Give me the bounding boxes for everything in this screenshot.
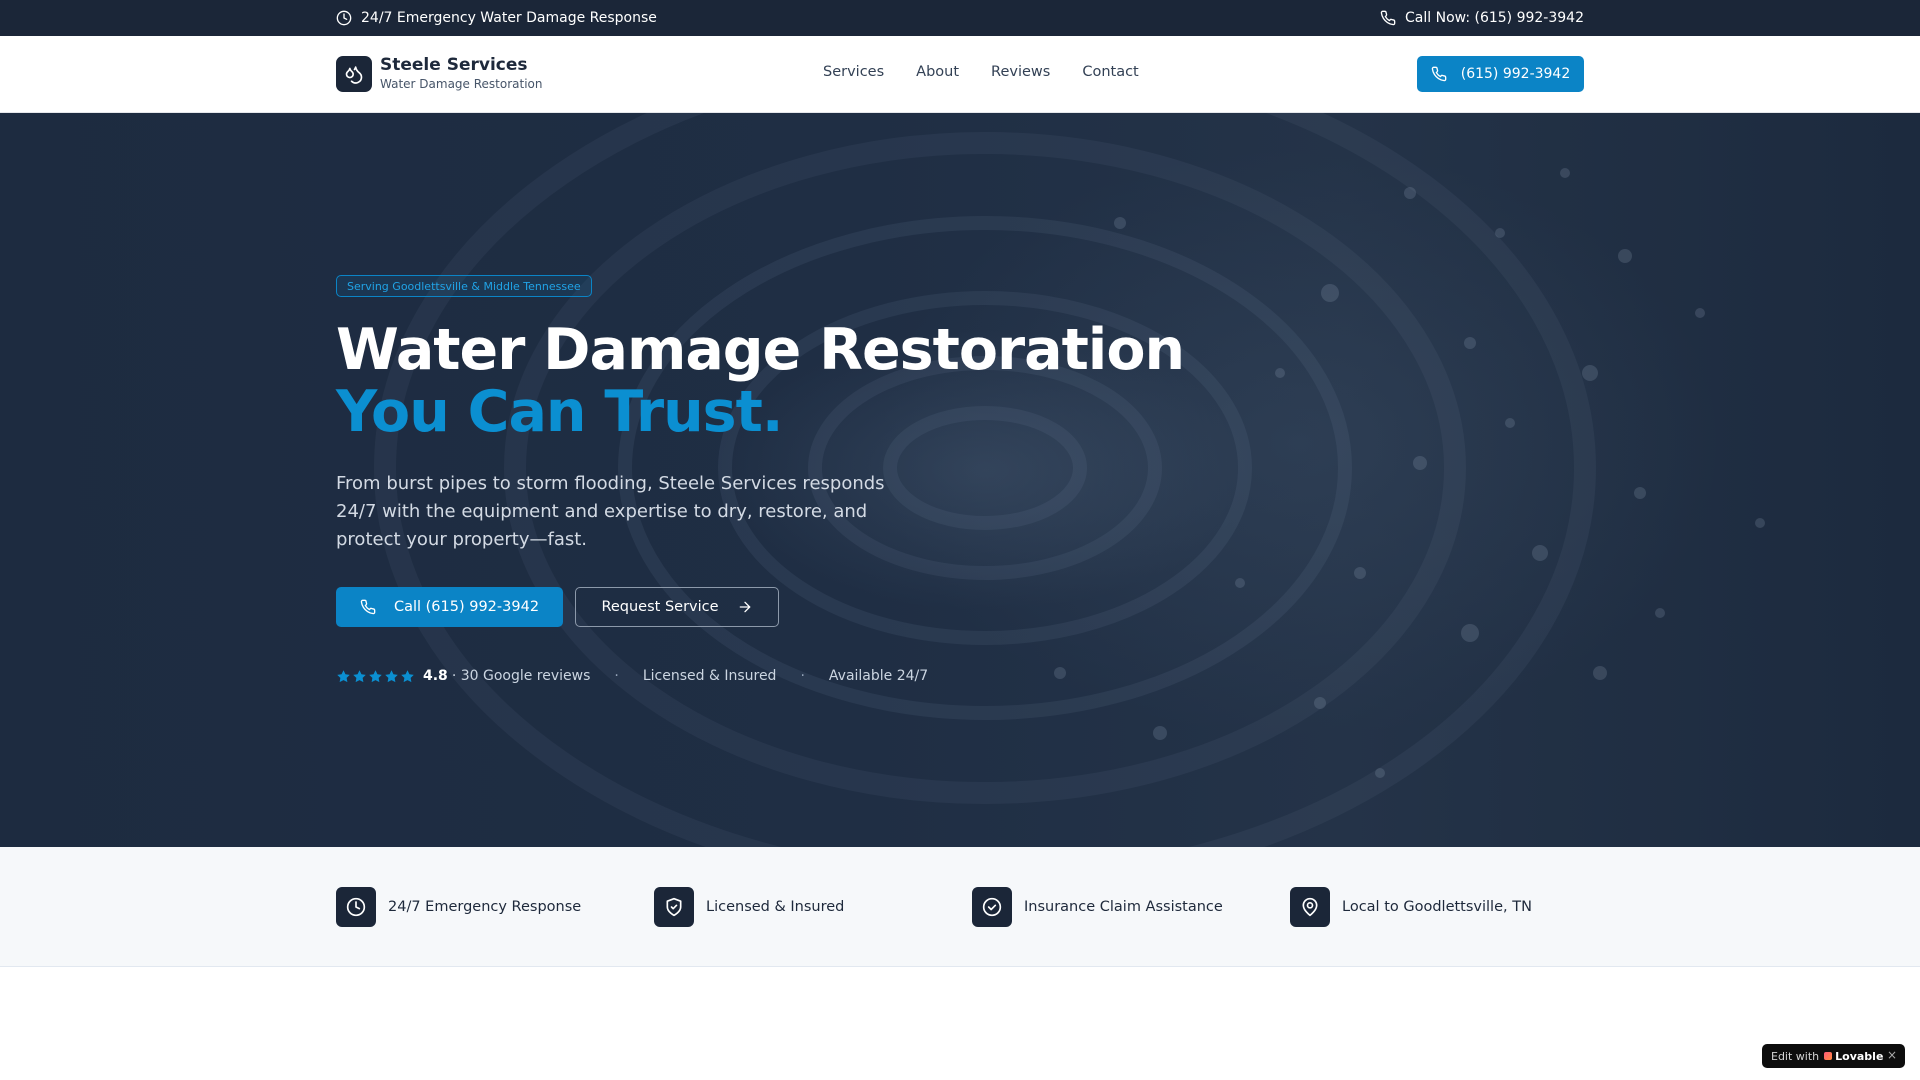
- droplets-icon: [345, 66, 363, 84]
- request-service-button[interactable]: Request Service: [575, 587, 779, 627]
- nav-link-about[interactable]: About: [916, 64, 959, 80]
- star-icon: [401, 669, 414, 682]
- star-icon: [353, 669, 366, 682]
- emergency-notice: 24/7 Emergency Water Damage Response: [336, 10, 657, 26]
- brand-text: Steele Services Water Damage Restoration: [380, 55, 543, 93]
- feature-icon-box: [1290, 887, 1330, 927]
- feature-item: Local to Goodlettsville, TN: [1290, 887, 1532, 927]
- nav-link-contact[interactable]: Contact: [1082, 64, 1138, 80]
- clock-icon: [336, 10, 352, 26]
- lovable-prefix: Edit with: [1771, 1049, 1820, 1063]
- header-call-label: (615) 992-3942: [1460, 66, 1571, 82]
- phone-icon: [1380, 10, 1396, 26]
- trust-signals: 4.8 · 30 Google reviews · Licensed & Ins…: [336, 666, 928, 686]
- phone-icon: [1431, 66, 1447, 82]
- feature-icon-box: [654, 887, 694, 927]
- hero-headline-line1: Water Damage Restoration: [336, 317, 1185, 383]
- nav-link-reviews[interactable]: Reviews: [991, 64, 1050, 80]
- brand-tagline: Water Damage Restoration: [380, 77, 543, 91]
- logo-badge: [336, 56, 372, 92]
- lovable-brand-text: Lovable: [1835, 1049, 1884, 1063]
- shield-check-icon: [666, 897, 682, 917]
- service-area-badge: Serving Goodlettsville & Middle Tennesse…: [336, 275, 592, 297]
- feature-icon-box: [972, 887, 1012, 927]
- main-nav: Services About Reviews Contact: [823, 64, 1139, 80]
- star-icon: [337, 669, 350, 682]
- licensed-insured-text: Licensed & Insured: [642, 668, 777, 684]
- feature-label: 24/7 Emergency Response: [388, 899, 582, 915]
- feature-label: Insurance Claim Assistance: [1024, 899, 1223, 915]
- hero-headline-line2: You Can Trust.: [336, 379, 783, 445]
- lovable-brand: Lovable: [1824, 1050, 1883, 1063]
- reviews-count: · 30 Google reviews: [451, 668, 591, 684]
- site-header: Steele Services Water Damage Restoration…: [0, 36, 1920, 113]
- close-icon[interactable]: ×: [1887, 1048, 1897, 1062]
- call-now-link[interactable]: Call Now: (615) 992-3942: [1380, 10, 1584, 26]
- available-text: Available 24/7: [828, 668, 929, 684]
- hero-call-label: Call (615) 992-3942: [393, 599, 540, 615]
- feature-item: Licensed & Insured: [654, 887, 844, 927]
- hero-section: Serving Goodlettsville & Middle Tennesse…: [0, 113, 1920, 847]
- brand-name: Steele Services: [380, 55, 528, 75]
- call-now-text: Call Now: (615) 992-3942: [1405, 10, 1584, 26]
- emergency-notice-text: 24/7 Emergency Water Damage Response: [361, 10, 657, 26]
- feature-item: 24/7 Emergency Response: [336, 887, 581, 927]
- trust-separator: ·: [614, 668, 619, 684]
- hero-call-button[interactable]: Call (615) 992-3942: [336, 587, 563, 627]
- water-ripple-background: [374, 113, 1765, 847]
- top-announcement-bar: 24/7 Emergency Water Damage Response Cal…: [0, 0, 1920, 36]
- feature-icon-box: [336, 887, 376, 927]
- map-pin-icon: [1302, 897, 1318, 917]
- circle-check-icon: [982, 897, 1002, 917]
- nav-link-services[interactable]: Services: [823, 64, 884, 80]
- star-icon: [385, 669, 398, 682]
- star-icon: [369, 669, 382, 682]
- feature-label: Local to Goodlettsville, TN: [1342, 899, 1532, 915]
- request-service-label: Request Service: [601, 599, 719, 615]
- trust-separator: ·: [800, 668, 805, 684]
- feature-item: Insurance Claim Assistance: [972, 887, 1223, 927]
- hero-description: From burst pipes to storm flooding, Stee…: [336, 473, 885, 550]
- features-strip: 24/7 Emergency Response Licensed & Insur…: [0, 847, 1920, 967]
- clock-icon: [346, 897, 366, 917]
- star-rating: [336, 669, 415, 684]
- lovable-logo-icon: [1824, 1052, 1833, 1060]
- phone-icon: [360, 599, 376, 615]
- feature-label: Licensed & Insured: [706, 899, 845, 915]
- arrow-right-icon: [739, 601, 750, 613]
- rating-value: 4.8: [423, 668, 448, 684]
- edit-with-lovable-badge[interactable]: Edit with Lovable ×: [1762, 1044, 1905, 1068]
- header-call-button[interactable]: (615) 992-3942: [1417, 56, 1584, 92]
- brand-logo-link[interactable]: Steele Services Water Damage Restoration: [336, 55, 543, 93]
